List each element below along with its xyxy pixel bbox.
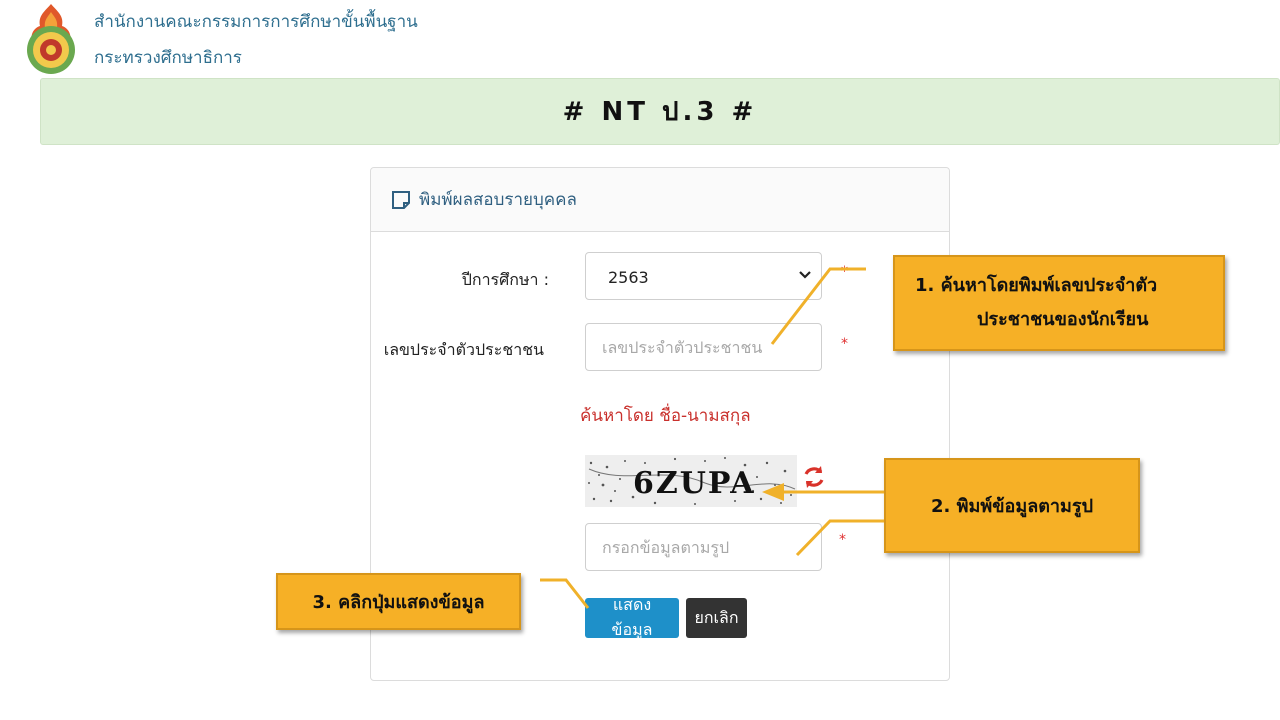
callout-step-2-text: 2. พิมพ์ข้อมูลตามรูป <box>931 496 1093 517</box>
year-select[interactable]: 2563 <box>585 252 822 300</box>
captcha-image: 6ZUPA <box>585 455 797 507</box>
ministry-name: กระทรวงศึกษาธิการ <box>94 48 242 68</box>
page-title-banner: # NT ป.3 # <box>40 78 1280 145</box>
callout-step-2: 2. พิมพ์ข้อมูลตามรูป <box>884 458 1140 553</box>
required-mark: * <box>839 532 846 548</box>
year-select-value: 2563 <box>608 268 649 287</box>
callout-step-3: 3. คลิกปุ่มแสดงข้อมูล <box>276 573 521 630</box>
page-title: # NT ป.3 # <box>562 97 758 127</box>
year-label: ปีการศึกษา : <box>461 270 549 289</box>
captcha-input[interactable] <box>585 523 822 571</box>
required-mark: * <box>841 264 848 280</box>
callout-step-1-line2: ประชาชนของนักเรียน <box>977 309 1149 330</box>
required-mark: * <box>841 336 848 352</box>
cancel-button[interactable]: ยกเลิก <box>686 598 747 638</box>
note-icon <box>392 190 410 209</box>
org-name: สำนักงานคณะกรรมการการศึกษาขั้นพื้นฐาน <box>94 12 418 32</box>
chevron-down-icon <box>799 271 811 279</box>
captcha-text: 6ZUPA <box>633 466 756 501</box>
panel-title: พิมพ์ผลสอบรายบุคคล <box>419 190 577 210</box>
callout-step-3-text: 3. คลิกปุ่มแสดงข้อมูล <box>312 592 485 613</box>
callout-step-1-line1: 1. ค้นหาโดยพิมพ์เลขประจำตัว <box>915 275 1158 296</box>
search-by-name-link[interactable]: ค้นหาโดย ชื่อ-นามสกุล <box>580 402 751 429</box>
citizen-id-label: เลขประจำตัวประชาชน <box>383 340 544 359</box>
callout-step-1: 1. ค้นหาโดยพิมพ์เลขประจำตัว ประชาชนของนั… <box>893 255 1225 351</box>
emblem-logo <box>27 4 75 74</box>
refresh-icon[interactable] <box>801 464 827 490</box>
show-data-button[interactable]: แสดงข้อมูล <box>585 595 679 639</box>
citizen-id-input[interactable] <box>585 323 822 371</box>
panel-header: พิมพ์ผลสอบรายบุคคล <box>371 168 949 232</box>
